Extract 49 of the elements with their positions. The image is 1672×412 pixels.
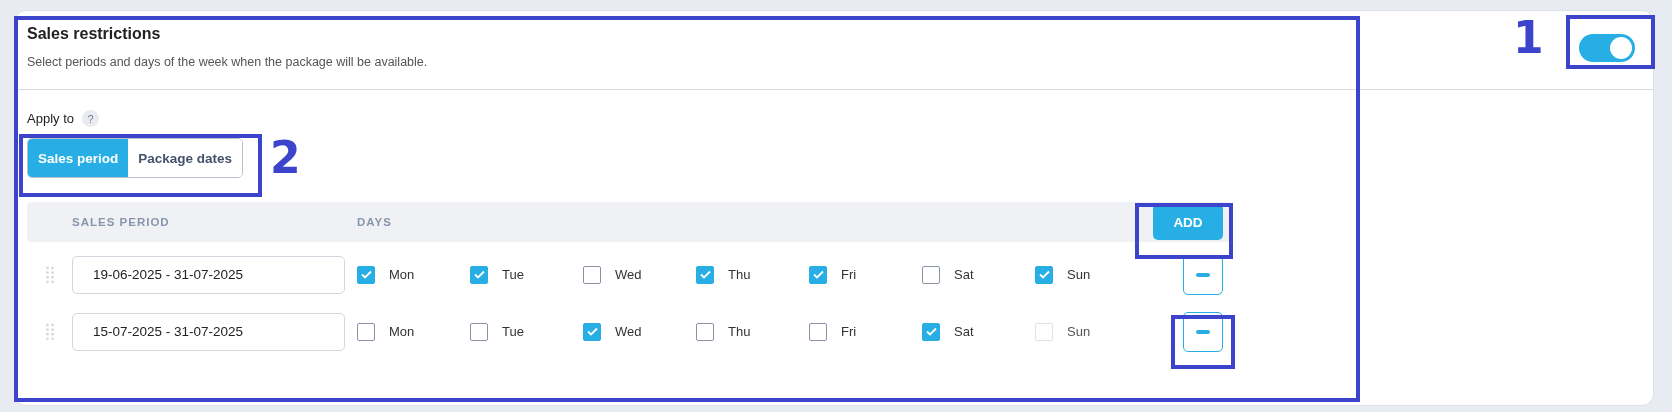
day-label: Sat <box>954 267 974 282</box>
annotation-number: 1 <box>1513 16 1544 60</box>
check-icon <box>812 270 824 279</box>
day-label: Wed <box>615 324 642 339</box>
day-label: Sun <box>1067 324 1091 339</box>
day-label: Tue <box>502 324 524 339</box>
day-label: Sun <box>1067 267 1091 282</box>
drag-handle-icon[interactable] <box>45 265 54 284</box>
check-icon <box>1038 270 1050 279</box>
day-checkbox[interactable] <box>583 322 601 341</box>
day-label: Mon <box>389 324 415 339</box>
date-range-field[interactable]: 19-06-2025 - 31-07-2025 <box>72 255 345 294</box>
day-checkbox[interactable] <box>357 322 375 341</box>
remove-button[interactable] <box>1183 311 1223 352</box>
day-label: Sat <box>954 324 974 339</box>
column-header: DAYS <box>357 216 393 228</box>
check-icon <box>473 270 485 279</box>
day-checkbox[interactable] <box>696 265 714 284</box>
day-checkbox[interactable] <box>357 265 375 284</box>
day-label: Thu <box>728 324 751 339</box>
day-checkbox[interactable] <box>922 265 940 284</box>
enable-toggle[interactable] <box>1579 34 1635 62</box>
day-checkbox[interactable] <box>1035 265 1053 284</box>
day-checkbox[interactable] <box>809 322 827 341</box>
day-label: Wed <box>615 267 642 282</box>
annotation-number: 2 <box>270 136 301 180</box>
minus-icon <box>1196 329 1210 334</box>
minus-icon <box>1196 272 1210 277</box>
date-range-field[interactable]: 15-07-2025 - 31-07-2025 <box>72 312 345 351</box>
day-checkbox[interactable] <box>696 322 714 341</box>
day-label: Fri <box>841 267 857 282</box>
day-checkbox[interactable] <box>470 265 488 284</box>
section-title: Sales restrictions <box>27 25 162 43</box>
day-checkbox[interactable] <box>583 265 601 284</box>
section-description: Select periods and days of the week when the package will be available. <box>27 55 428 69</box>
day-checkbox[interactable] <box>470 322 488 341</box>
drag-handle-icon[interactable] <box>45 322 54 341</box>
day-checkbox[interactable] <box>809 265 827 284</box>
column-header: SALES PERIOD <box>72 216 171 228</box>
check-icon <box>586 327 598 336</box>
check-icon <box>360 270 372 279</box>
day-label: Thu <box>728 267 751 282</box>
day-label: Fri <box>841 324 857 339</box>
check-icon <box>925 327 937 336</box>
day-label: Tue <box>502 267 524 282</box>
check-icon <box>699 270 711 279</box>
day-checkbox[interactable] <box>922 322 940 341</box>
day-label: Mon <box>389 267 415 282</box>
apply-to-label: Apply to <box>27 111 74 126</box>
